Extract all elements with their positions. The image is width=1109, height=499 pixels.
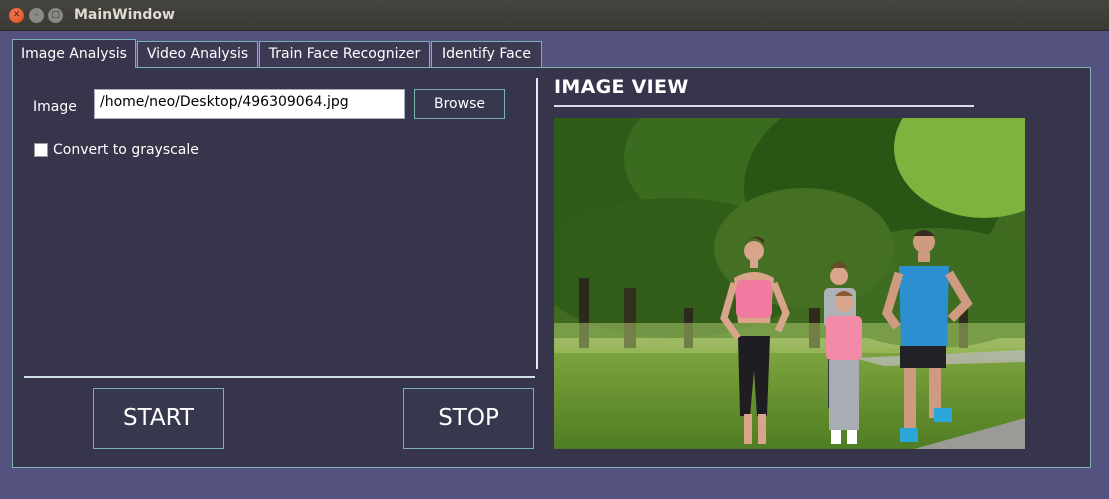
stop-button[interactable]: STOP [403,388,534,449]
close-window-button[interactable]: ✕ [9,8,24,23]
maximize-window-button[interactable]: □ [48,8,63,23]
tab-image-analysis[interactable]: Image Analysis [12,39,136,68]
image-path-input[interactable]: /home/neo/Desktop/496309064.jpg [94,89,405,119]
start-button[interactable]: START [93,388,224,449]
image-view-title: IMAGE VIEW [554,76,689,98]
image-view-underline [554,105,974,107]
browse-button[interactable]: Browse [414,89,505,119]
horizontal-divider [24,376,535,378]
minimize-window-button[interactable]: – [29,8,44,23]
image-label: Image [33,99,77,115]
tab-train-face-recognizer[interactable]: Train Face Recognizer [259,41,430,67]
image-view-photo [554,118,1025,449]
vertical-divider [536,78,538,369]
jogging-family-photo [554,118,1025,449]
tab-video-analysis[interactable]: Video Analysis [137,41,258,67]
tab-identify-face[interactable]: Identify Face [431,41,542,67]
image-analysis-panel: Image /home/neo/Desktop/496309064.jpg Br… [12,67,1091,468]
grayscale-label: Convert to grayscale [53,142,199,158]
window-title: MainWindow [74,7,175,23]
main-window: Image Analysis Video Analysis Train Face… [0,31,1109,499]
grayscale-checkbox[interactable] [34,143,48,157]
title-bar: ✕ – □ MainWindow [0,0,1109,31]
